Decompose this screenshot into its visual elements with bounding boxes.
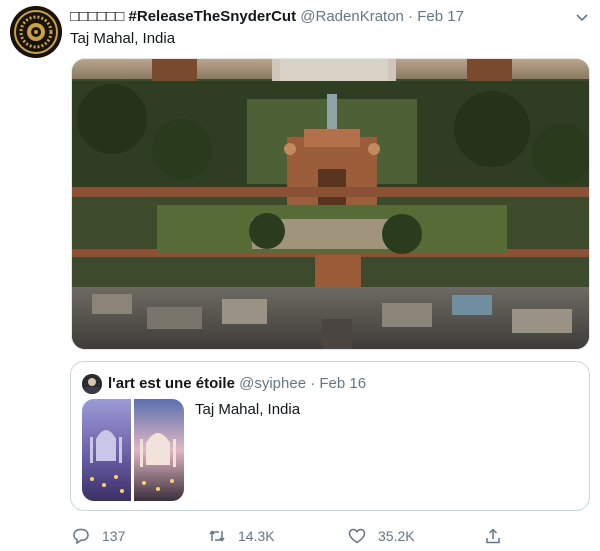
tweet-photo[interactable] <box>71 58 590 350</box>
like-count: 35.2K <box>378 528 415 544</box>
tweet-date[interactable]: Feb 17 <box>417 8 464 25</box>
quoted-separator: · <box>310 375 316 392</box>
quoted-author-name[interactable]: l'art est une étoile <box>108 375 235 392</box>
author-avatar[interactable] <box>10 6 62 58</box>
reply-count: 137 <box>102 528 126 544</box>
quoted-date[interactable]: Feb 16 <box>319 375 366 392</box>
author-handle[interactable]: @RadenKraton <box>300 8 404 25</box>
share-icon <box>486 528 500 544</box>
header-separator: · <box>408 8 414 25</box>
retweet-count: 14.3K <box>238 528 275 544</box>
emblem-icon <box>10 6 62 58</box>
retweet-icon <box>209 530 225 542</box>
portrait-avatar-icon <box>82 374 102 394</box>
author-name[interactable]: □□□□□□ #ReleaseTheSnyderCut <box>70 8 296 25</box>
reply-icon <box>73 528 89 545</box>
quoted-tweet[interactable]: l'art est une étoile @syiphee · Feb 16 T… <box>70 361 590 511</box>
retweet-button[interactable]: 14.3K <box>208 524 275 548</box>
heart-icon <box>348 528 366 544</box>
tweet-actions: 137 14.3K 35.2K <box>70 524 520 548</box>
quoted-author-handle[interactable]: @syiphee <box>239 375 306 392</box>
reply-button[interactable]: 137 <box>72 524 125 548</box>
quoted-text: Taj Mahal, India <box>195 401 301 418</box>
quoted-header: l'art est une étoile @syiphee · Feb 16 <box>108 374 366 394</box>
tweet-header: □□□□□□ #ReleaseTheSnyderCut @RadenKraton… <box>70 7 464 27</box>
tweet-text: Taj Mahal, India <box>70 30 176 47</box>
quoted-photo-thumbnail[interactable] <box>82 399 184 501</box>
tweet[interactable]: □□□□□□ #ReleaseTheSnyderCut @RadenKraton… <box>0 0 600 551</box>
share-button[interactable] <box>484 524 514 548</box>
quoted-author-avatar[interactable] <box>82 374 102 394</box>
like-button[interactable]: 35.2K <box>348 524 415 548</box>
chevron-down-icon[interactable] <box>574 9 590 25</box>
